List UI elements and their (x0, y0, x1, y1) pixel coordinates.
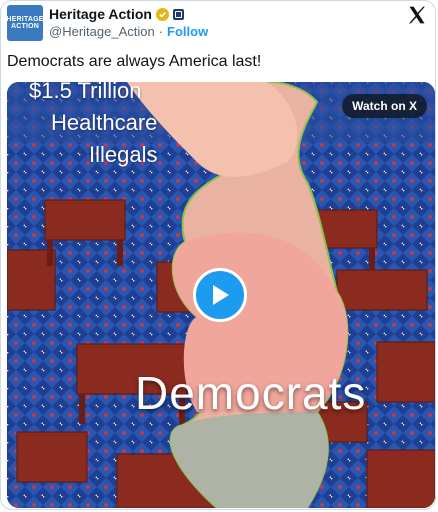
play-icon (213, 285, 229, 305)
follow-link[interactable]: Follow (167, 24, 208, 39)
handle-row: @Heritage_Action · Follow (49, 24, 208, 39)
avatar-line2: ACTION (10, 23, 40, 30)
play-button[interactable] (193, 268, 247, 322)
video-thumbnail[interactable]: $1.5 Trillion Healthcare Illegals Watch … (7, 82, 435, 508)
tweet-embed-card: HERITAGE ACTION Heritage Action @Heritag… (0, 0, 436, 510)
account-name[interactable]: Heritage Action (49, 6, 152, 22)
verified-badge-icon (155, 7, 169, 21)
account-handle[interactable]: @Heritage_Action (49, 24, 155, 39)
overlay-line-2: Healthcare (51, 110, 158, 135)
separator-dot: · (158, 24, 164, 39)
tweet-text: Democrats are always America last! (7, 53, 262, 70)
avatar[interactable]: HERITAGE ACTION (6, 5, 44, 41)
affiliate-badge-icon (172, 8, 184, 20)
name-row: Heritage Action (49, 6, 184, 22)
video-caption: Democrats (135, 367, 367, 419)
x-logo-icon[interactable] (407, 5, 427, 25)
avatar-line1: HERITAGE (6, 16, 44, 23)
overlay-line-3: Illegals (89, 142, 158, 167)
tweet-header: HERITAGE ACTION Heritage Action @Heritag… (6, 5, 429, 41)
overlay-line-1: $1.5 Trillion (29, 82, 142, 103)
watch-on-x-button[interactable]: Watch on X (342, 94, 427, 118)
